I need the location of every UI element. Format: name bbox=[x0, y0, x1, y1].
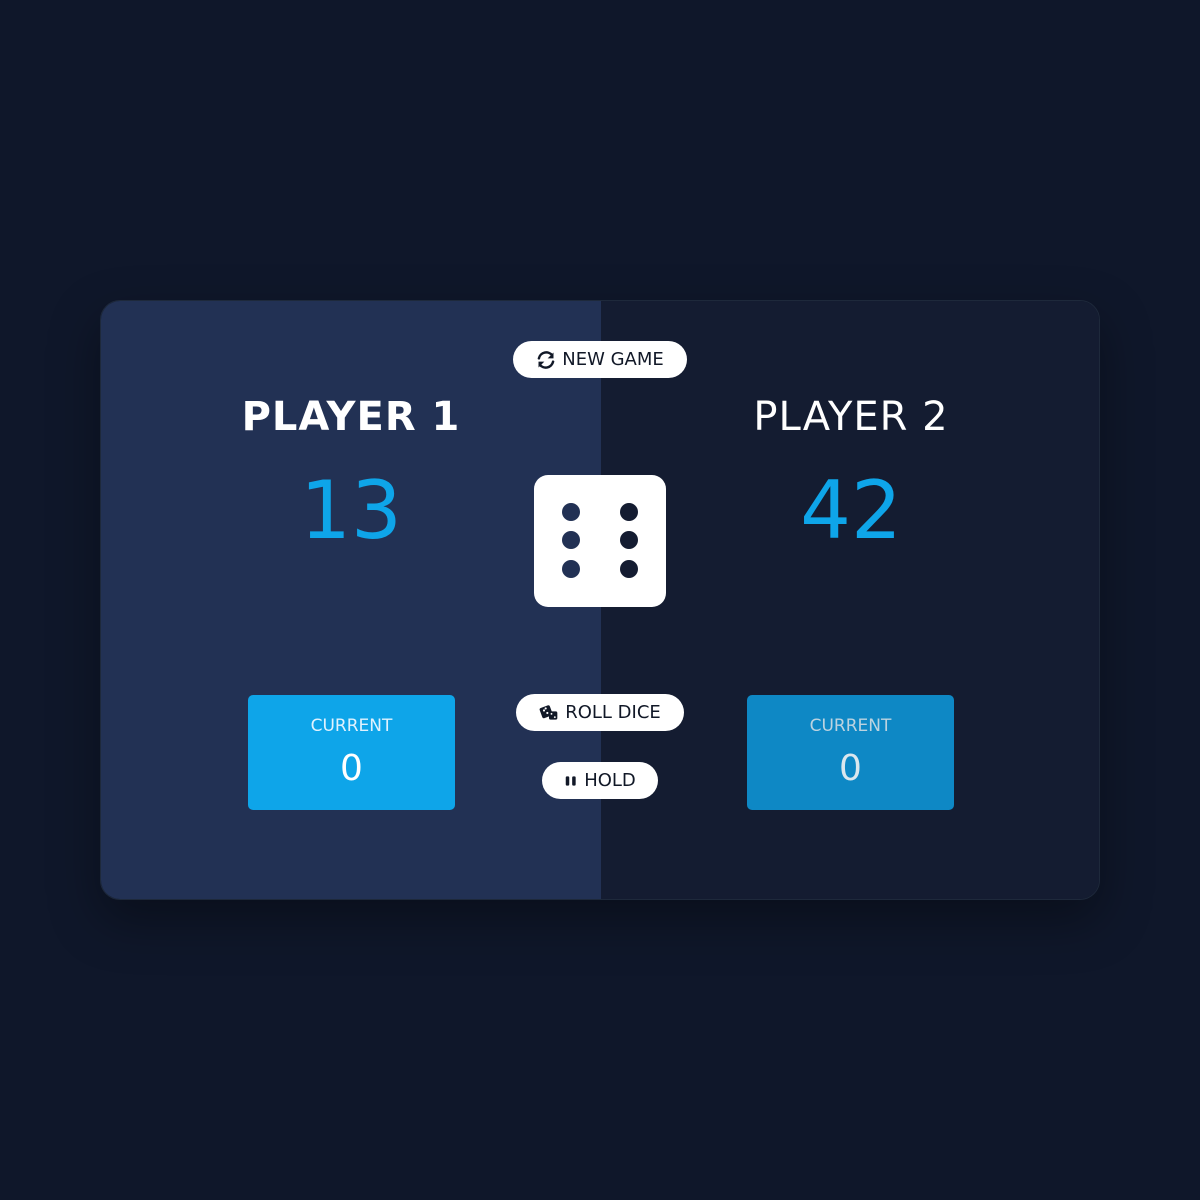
dice-pip bbox=[620, 502, 639, 521]
dice-pip bbox=[561, 502, 580, 521]
new-game-label: NEW GAME bbox=[562, 349, 664, 370]
dice-pip bbox=[620, 559, 639, 578]
pause-icon bbox=[565, 775, 576, 786]
dice-image bbox=[534, 475, 666, 607]
roll-dice-button[interactable]: ROLL DICE bbox=[516, 694, 684, 731]
player-2-panel: PLAYER 2 42 CURRENT 0 bbox=[601, 301, 1099, 899]
roll-dice-label: ROLL DICE bbox=[565, 702, 661, 723]
dice-pip bbox=[561, 530, 580, 549]
player-1-current-box: CURRENT 0 bbox=[248, 695, 455, 810]
player-1-name: PLAYER 1 bbox=[241, 394, 461, 440]
dice-icon bbox=[539, 704, 558, 720]
player-2-score: 42 bbox=[800, 464, 902, 557]
player-2-current-box: CURRENT 0 bbox=[747, 695, 954, 810]
dice-pip bbox=[620, 530, 639, 549]
hold-label: HOLD bbox=[584, 770, 636, 791]
player-2-current-label: CURRENT bbox=[809, 716, 892, 736]
refresh-icon bbox=[537, 350, 555, 369]
dice-pip bbox=[561, 559, 580, 578]
player-1-panel: PLAYER 1 13 CURRENT 0 bbox=[101, 301, 601, 899]
hold-button[interactable]: HOLD bbox=[542, 762, 658, 799]
player-2-name: PLAYER 2 bbox=[753, 394, 949, 440]
player-1-score: 13 bbox=[300, 464, 402, 557]
player-1-current-label: CURRENT bbox=[310, 716, 393, 736]
new-game-button[interactable]: NEW GAME bbox=[513, 341, 687, 378]
player-1-current-score: 0 bbox=[340, 748, 363, 789]
player-2-current-score: 0 bbox=[839, 748, 862, 789]
